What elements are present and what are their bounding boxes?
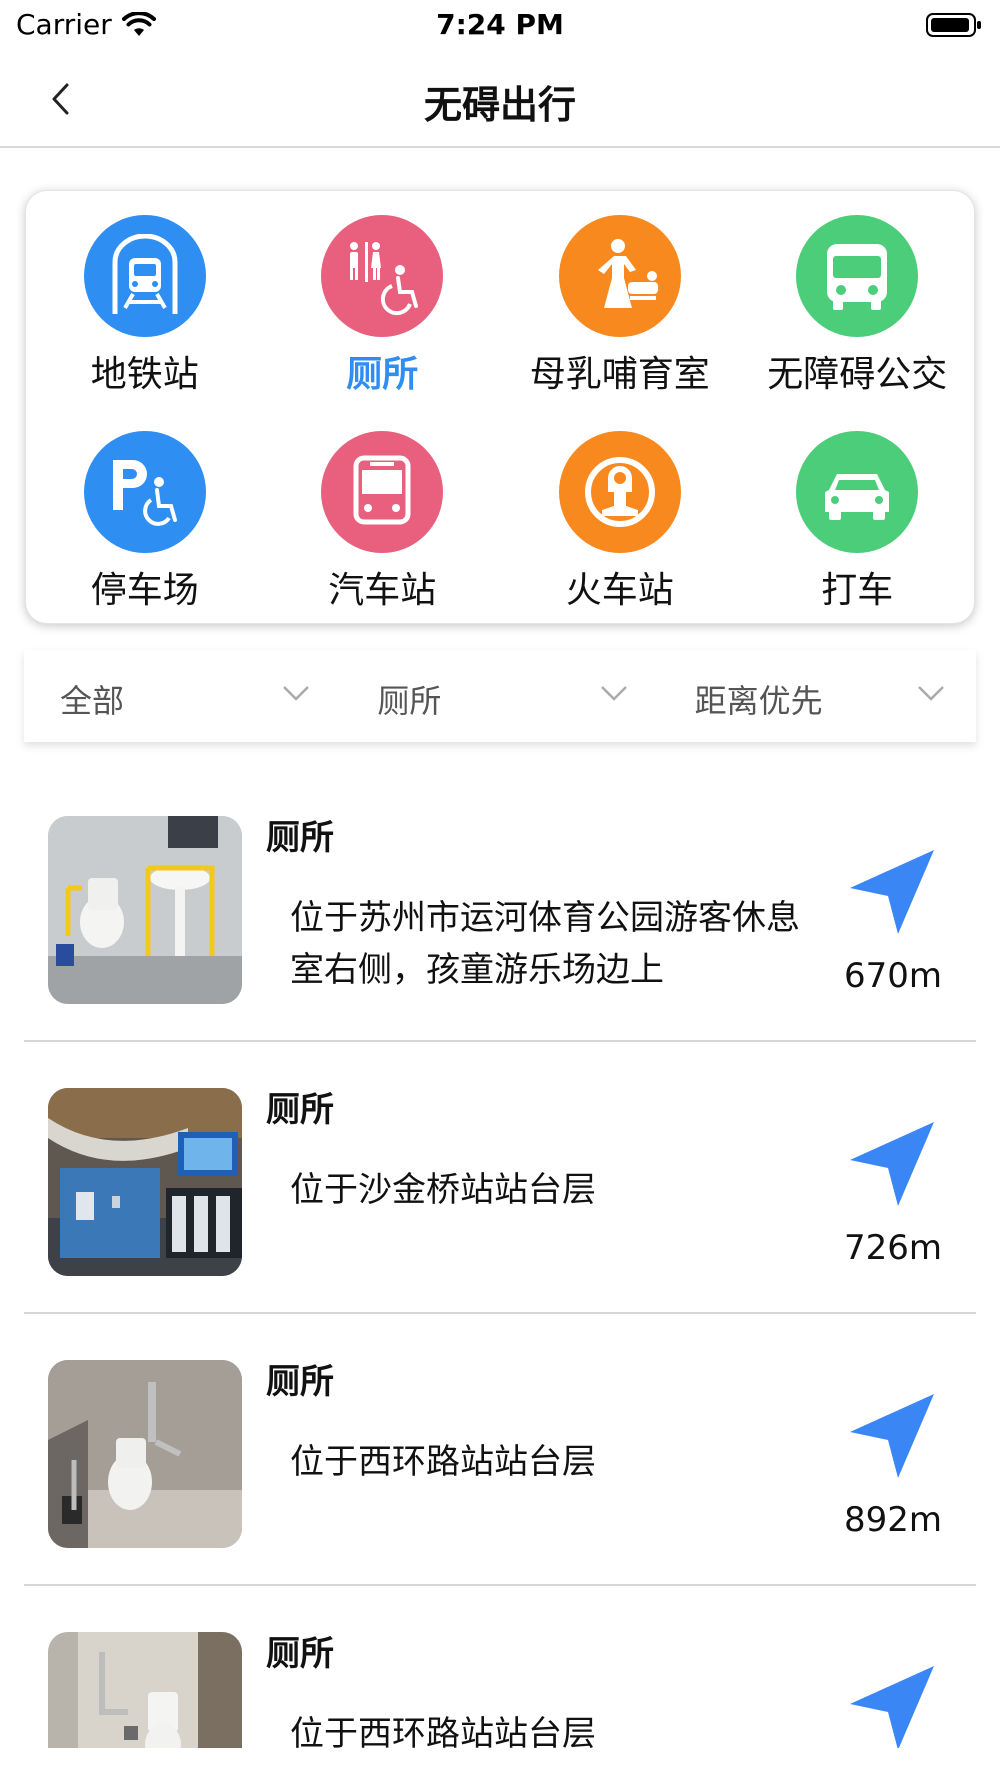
- category-label: 厕所: [346, 354, 419, 395]
- result-distance: 726m: [843, 1228, 942, 1268]
- result-description: 位于西环路站站台层: [290, 1714, 596, 1748]
- result-description: 位于苏州市运河体育公园游客休息室右侧，孩童游乐场边上: [290, 898, 800, 990]
- list-item[interactable]: 厕所 位于西环路站站台层: [0, 1586, 1000, 1748]
- navigate-icon[interactable]: [846, 844, 938, 936]
- back-button[interactable]: [40, 74, 80, 124]
- result-list: 厕所 位于苏州市运河体育公园游客休息室右侧，孩童游乐场边上 670m 厕所 位于…: [0, 770, 1000, 1748]
- filter-label: 距离优先: [694, 682, 823, 720]
- status-time: 7:24 PM: [436, 8, 564, 41]
- accessible-parking-icon: [83, 431, 206, 553]
- chevron-down-icon: [283, 686, 310, 701]
- subway-icon: [83, 215, 206, 337]
- category-subway[interactable]: 地铁站: [26, 191, 264, 407]
- nursing-room-icon: [558, 215, 681, 337]
- category-label: 无障碍公交: [767, 354, 948, 395]
- category-train-station[interactable]: 火车站: [501, 407, 739, 623]
- filter-label: 厕所: [377, 682, 442, 720]
- category-coach-station[interactable]: 汽车站: [264, 407, 502, 623]
- page-title: 无碍出行: [423, 83, 576, 127]
- category-taxi[interactable]: 打车: [739, 407, 977, 623]
- chevron-down-icon: [918, 686, 944, 701]
- category-label: 火车站: [565, 570, 674, 611]
- location-photo: [48, 1088, 242, 1276]
- category-label: 停车场: [90, 570, 199, 611]
- result-title: 厕所: [266, 1634, 334, 1674]
- result-title: 厕所: [266, 1362, 334, 1402]
- chevron-left-icon: [52, 83, 69, 115]
- navigate-icon[interactable]: [846, 1388, 938, 1480]
- navigation-bar: 无碍出行: [0, 50, 1000, 148]
- filter-sort-dropdown[interactable]: 距离优先: [659, 650, 976, 742]
- bus-icon: [796, 215, 919, 337]
- category-parking[interactable]: 停车场: [26, 407, 264, 623]
- result-distance: 892m: [843, 1500, 942, 1540]
- category-label: 地铁站: [90, 354, 199, 395]
- category-accessible-bus[interactable]: 无障碍公交: [739, 191, 977, 407]
- category-card: 地铁站 厕所 母乳哺育室 无障碍公交 停车场 汽车站 火车站 打车: [25, 190, 975, 624]
- category-grid: 地铁站 厕所 母乳哺育室 无障碍公交 停车场 汽车站 火车站 打车: [26, 191, 976, 625]
- filter-bar: 全部 厕所 距离优先: [24, 650, 976, 742]
- filter-region-dropdown[interactable]: 全部: [24, 650, 341, 742]
- location-photo: [48, 1360, 242, 1548]
- list-item[interactable]: 厕所 位于苏州市运河体育公园游客休息室右侧，孩童游乐场边上 670m: [0, 770, 1000, 1042]
- result-description: 位于西环路站站台层: [290, 1442, 596, 1482]
- filter-type-dropdown[interactable]: 厕所: [341, 650, 658, 742]
- location-photo: [48, 816, 242, 1004]
- category-label: 打车: [821, 570, 894, 611]
- result-title: 厕所: [266, 1090, 334, 1130]
- chevron-down-icon: [600, 686, 627, 701]
- filter-label: 全部: [60, 682, 125, 720]
- result-description: 位于沙金桥站站台层: [290, 1170, 596, 1210]
- result-distance: 670m: [843, 956, 942, 996]
- location-photo: [48, 1632, 242, 1748]
- coach-station-icon: [321, 431, 444, 553]
- train-station-icon: [558, 431, 681, 553]
- navigate-icon[interactable]: [846, 1116, 938, 1208]
- navigate-icon[interactable]: [846, 1660, 938, 1748]
- category-label: 汽车站: [328, 570, 437, 611]
- taxi-icon: [796, 431, 919, 553]
- category-nursing-room[interactable]: 母乳哺育室: [501, 191, 739, 407]
- battery-icon: [926, 13, 981, 37]
- accessible-toilet-icon: [321, 215, 444, 337]
- result-title: 厕所: [266, 818, 334, 858]
- category-toilet[interactable]: 厕所: [264, 191, 502, 407]
- list-item[interactable]: 厕所 位于西环路站站台层 892m: [0, 1314, 1000, 1586]
- category-label: 母乳哺育室: [529, 354, 710, 395]
- list-item[interactable]: 厕所 位于沙金桥站站台层 726m: [0, 1042, 1000, 1314]
- status-bar: Carrier 7:24 PM: [0, 0, 1000, 50]
